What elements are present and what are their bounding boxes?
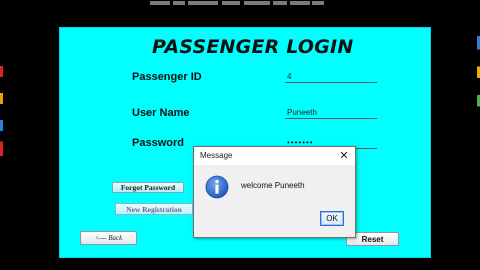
top-blurred-strip <box>0 0 480 10</box>
ok-button[interactable]: OK <box>320 211 344 226</box>
dialog-titlebar[interactable]: Message ✕ <box>194 147 355 165</box>
screen: PASSENGER LOGIN Passenger ID User Name P… <box>0 0 480 270</box>
left-edge-icons <box>0 66 3 156</box>
page-title: PASSENGER LOGIN <box>152 36 354 58</box>
passenger-id-label: Passenger ID <box>132 71 202 83</box>
dialog-message: welcome Puneeth <box>241 181 305 190</box>
back-button[interactable]: <--- Back <box>80 231 137 245</box>
message-dialog: Message ✕ welcome Puneeth OK <box>193 146 356 238</box>
info-icon <box>205 175 229 199</box>
passenger-id-field[interactable] <box>285 69 377 83</box>
dialog-title: Message <box>200 151 233 160</box>
dialog-body: welcome Puneeth OK <box>194 165 355 237</box>
forgot-password-button[interactable]: Forgot Password <box>112 182 184 193</box>
user-name-label: User Name <box>132 107 190 119</box>
password-label: Password <box>132 137 184 149</box>
new-registration-button[interactable]: New Registration <box>115 203 193 215</box>
user-name-field[interactable] <box>285 105 377 119</box>
close-icon[interactable]: ✕ <box>337 149 351 163</box>
